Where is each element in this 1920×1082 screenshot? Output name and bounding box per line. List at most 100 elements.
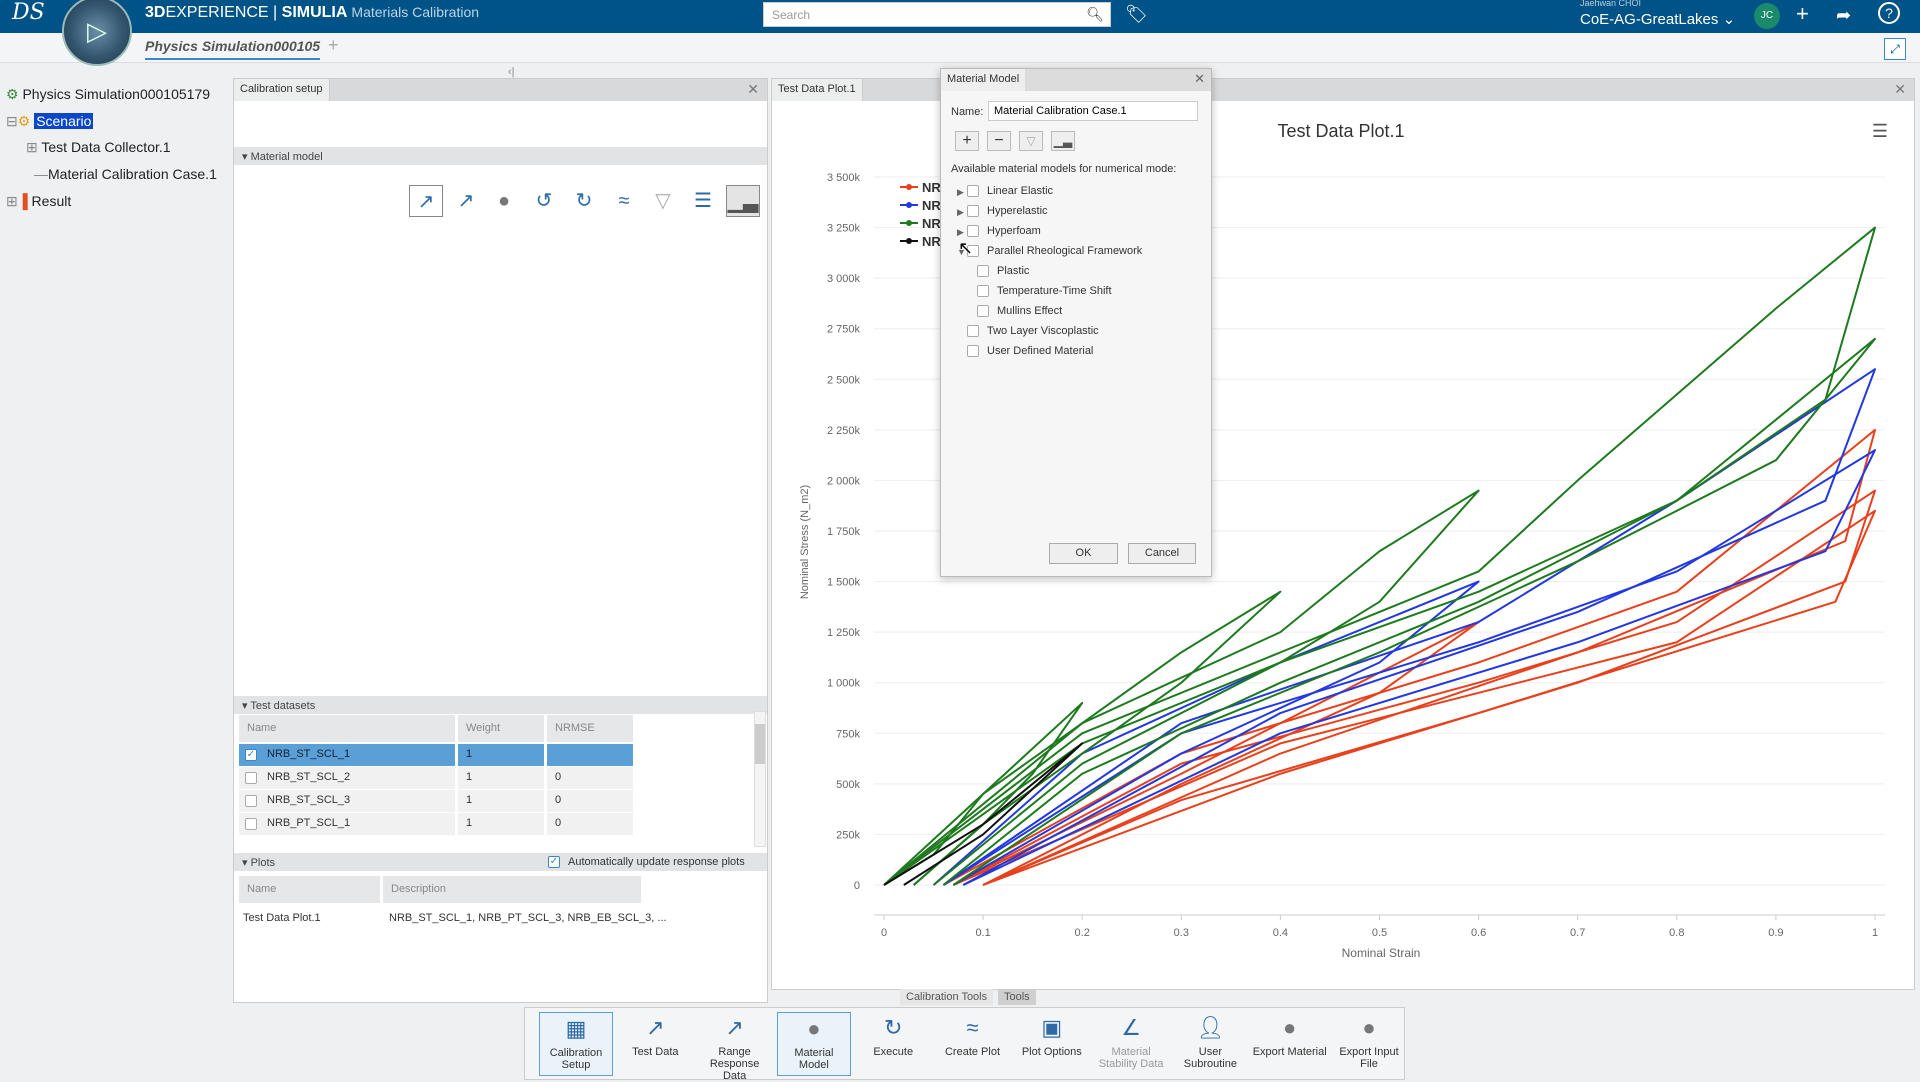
export-material-icon: ● [1283,1015,1297,1040]
cancel-button[interactable]: Cancel [1128,543,1196,564]
model-checkbox[interactable] [977,305,989,317]
model-checkbox[interactable] [967,345,979,357]
x-tick-label: 0.1 [975,927,990,939]
tool-plot-options-button[interactable]: ▣ Plot Options [1015,1012,1089,1076]
add-icon[interactable]: + [955,131,979,151]
model-label[interactable]: Mullins Effect [997,305,1062,317]
y-tick-label: 2 250k [827,425,861,437]
chart-title: Test Data Plot.1 [1277,121,1404,141]
tool-export-input-file-button[interactable]: ● Export Input File [1332,1012,1406,1076]
models-list-label: Available material models for numerical … [951,163,1177,175]
model-checkbox[interactable] [967,205,979,217]
execute-icon: ↻ [883,1015,903,1040]
legend-label: NR [922,198,941,213]
plot-icon: ≈ [966,1015,979,1040]
y-tick-label: 250k [836,829,860,841]
tool-material-stability-data-button[interactable]: ∠ Material Stability Data [1094,1012,1168,1076]
legend-marker-dot [906,202,912,208]
x-tick-label: 1 [1872,927,1878,939]
model-checkbox[interactable] [967,225,979,237]
dialog-header: Material Model ✕ [941,69,1211,91]
tool-label: User Subroutine [1183,1046,1237,1070]
y-tick-label: 1 500k [827,577,861,589]
y-tick-label: 2 000k [827,475,861,487]
model-checkbox[interactable] [967,325,979,337]
x-axis-title: Nominal Strain [1342,946,1421,960]
user-subroutine-icon: 👤︎ [1196,1015,1225,1040]
x-tick-label: 0.2 [1075,927,1090,939]
tool-material-model-button[interactable]: ● Material Model [776,1012,851,1076]
legend-label: NR [922,180,941,195]
tool-label: Test Data [632,1046,679,1058]
x-tick-label: 0.9 [1768,927,1783,939]
model-checkbox[interactable] [977,285,989,297]
tool-execute-button[interactable]: ↻ Execute [856,1012,930,1076]
model-label[interactable]: Hyperelastic [987,205,1048,217]
material-sphere-icon: ● [807,1016,821,1041]
x-tick-label: 0.3 [1174,927,1189,939]
y-tick-label: 3 500k [827,172,861,184]
action-toolbar: ▦ Calibration Setup ↗ Test Data ↗ Range … [524,1007,1406,1082]
y-axis-title: Nominal Stress (N_m2) [799,485,811,599]
remove-icon[interactable]: − [987,131,1011,151]
stress-strain-icon: ↗ [646,1015,665,1040]
tool-label: Create Plot [944,1046,1001,1058]
y-tick-label: 2 500k [827,374,861,386]
x-tick-label: 0.5 [1372,927,1387,939]
tool-label: Export Input File [1339,1046,1399,1070]
dialog-title: Material Model [941,69,1026,91]
tool-label: Material Model [794,1047,834,1071]
x-tick-label: 0.7 [1570,927,1585,939]
tool-calibration-setup-button[interactable]: ▦ Calibration Setup [539,1012,613,1076]
table-icon: ▦ [565,1016,587,1041]
y-tick-label: 2 750k [827,324,861,336]
material-model-dialog: Material Model ✕ Name: + − ▽ ▁▃ Availabl… [940,68,1212,577]
name-label: Name: [951,106,984,118]
x-tick-label: 0.6 [1471,927,1486,939]
model-label[interactable]: Linear Elastic [987,185,1053,197]
tool-create-plot-button[interactable]: ≈ Create Plot [936,1012,1010,1076]
legend-marker-dot [906,184,912,190]
filter-icon[interactable]: ▽ [1019,131,1043,151]
tool-label: Calibration Setup [549,1047,603,1071]
expand-arrow-icon[interactable]: ▶ [957,187,964,198]
legend-marker-dot [906,220,912,226]
model-label[interactable]: Plastic [997,265,1029,277]
tool-test-data-button[interactable]: ↗ Test Data [618,1012,692,1076]
model-label[interactable]: User Defined Material [987,345,1093,357]
tool-label: Execute [873,1046,914,1058]
plot-options-icon[interactable]: ▁▃ [1051,131,1075,151]
y-tick-label: 500k [836,779,860,791]
y-tick-label: 1 250k [827,627,861,639]
x-tick-label: 0.4 [1273,927,1288,939]
legend-label: NR [922,234,941,249]
tool-label: Range Response Data [709,1046,760,1082]
x-tick-label: 0.8 [1669,927,1684,939]
tool-label: Material Stability Data [1098,1046,1164,1070]
model-label[interactable]: Hyperfoam [987,225,1041,237]
model-checkbox[interactable] [977,265,989,277]
y-tick-label: 1 750k [827,526,861,538]
model-label[interactable]: Parallel Rheological Framework [987,245,1142,257]
tool-user-subroutine-button[interactable]: 👤︎ User Subroutine [1173,1012,1247,1076]
ok-button[interactable]: OK [1049,543,1118,564]
model-checkbox[interactable] [967,185,979,197]
tool-range-response-data-button[interactable]: ↗ Range Response Data [698,1012,772,1082]
tool-label: Plot Options [1021,1046,1082,1058]
name-input[interactable] [988,101,1198,121]
y-tick-label: 1 000k [827,678,861,690]
expand-arrow-icon[interactable]: ▶ [957,227,964,238]
y-tick-label: 0 [854,880,860,892]
close-icon[interactable]: ✕ [1194,71,1205,87]
plot-options-icon: ▣ [1041,1015,1063,1040]
tool-label: Export Material [1252,1046,1327,1058]
expand-arrow-icon[interactable]: ▶ [957,207,964,218]
x-tick-label: 0 [881,927,887,939]
legend-label: NR [922,216,941,231]
legend-marker-dot [906,238,912,244]
model-label[interactable]: Two Layer Viscoplastic [987,325,1099,337]
tool-export-material-button[interactable]: ● Export Material [1253,1012,1327,1076]
y-tick-label: 3 000k [827,273,861,285]
mouse-cursor-icon: ↖ [958,238,974,258]
model-label[interactable]: Temperature-Time Shift [997,285,1112,297]
